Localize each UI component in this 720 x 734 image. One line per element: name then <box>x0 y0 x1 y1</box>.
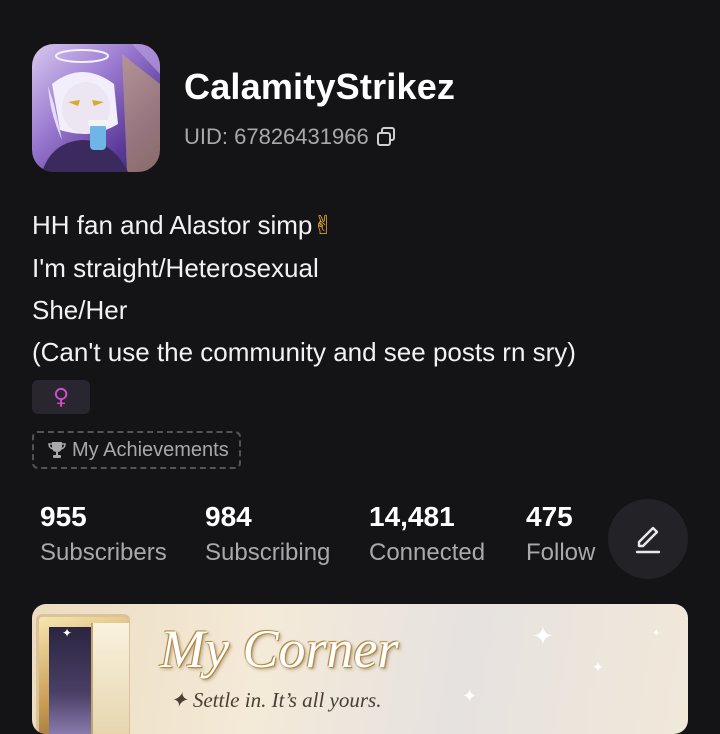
corner-title: My Corner <box>160 619 399 679</box>
achievements-button[interactable]: My Achievements <box>32 431 241 469</box>
copy-icon[interactable] <box>375 126 397 148</box>
stat-connected[interactable]: 14,481 Connected <box>369 500 485 570</box>
stat-label: Subscribing <box>205 539 331 566</box>
avatar-artwork <box>42 44 160 172</box>
user-id-text: UID: 67826431966 <box>184 124 369 149</box>
door-opening <box>49 627 93 734</box>
bio-line: HH fan and Alastor simp✌ <box>32 204 692 247</box>
uid-row[interactable]: UID: 67826431966 <box>184 124 397 150</box>
victory-hand-icon: ✌ <box>312 211 335 241</box>
profile-username: CalamityStrikez <box>184 66 456 107</box>
stat-follow[interactable]: 475 Follow <box>526 500 595 570</box>
sparkle-icon: ✦ <box>62 626 73 640</box>
stat-label: Follow <box>526 539 596 566</box>
stat-value: 14,481 <box>369 501 455 532</box>
profile-bio: HH fan and Alastor simp✌ I'm straight/He… <box>32 204 692 373</box>
female-icon: ♀ <box>52 384 70 410</box>
stat-subscribing[interactable]: 984 Subscribing <box>205 500 330 570</box>
corner-subtitle: ✦ Settle in. It’s all yours. <box>170 688 382 712</box>
sparkle-icon: ✦ <box>652 628 661 639</box>
stats-row: 955 Subscribers 984 Subscribing 14,481 C… <box>40 500 600 580</box>
stat-subscribers[interactable]: 955 Subscribers <box>40 500 167 570</box>
bio-line: (Can't use the community and see posts r… <box>32 337 576 367</box>
sparkle-icon: ✦ <box>532 622 554 652</box>
door-panel <box>91 623 129 734</box>
stat-value: 955 <box>40 501 87 532</box>
stat-label: Subscribers <box>40 539 167 566</box>
gender-badge: ♀ <box>32 380 90 414</box>
stat-label: Connected <box>369 539 486 566</box>
profile-avatar[interactable] <box>32 44 160 172</box>
bio-line: She/Her <box>32 295 128 325</box>
achievements-label: My Achievements <box>72 438 229 461</box>
bio-line: I'm straight/Heterosexual <box>32 253 319 283</box>
sparkle-icon: ✦ <box>462 686 478 707</box>
stat-value: 475 <box>526 501 573 532</box>
trophy-icon <box>48 442 66 458</box>
my-corner-banner[interactable]: ✦ ✦ ✦ ✦ ✦ My Corner ✦ Settle in. It’s al… <box>32 604 688 734</box>
bio-line-text: HH fan and Alastor simp <box>32 210 313 240</box>
stat-value: 984 <box>205 501 252 532</box>
door-illustration <box>36 614 130 734</box>
edit-profile-button[interactable] <box>608 499 688 579</box>
pencil-icon <box>635 526 661 554</box>
sparkle-icon: ✦ <box>592 660 604 676</box>
